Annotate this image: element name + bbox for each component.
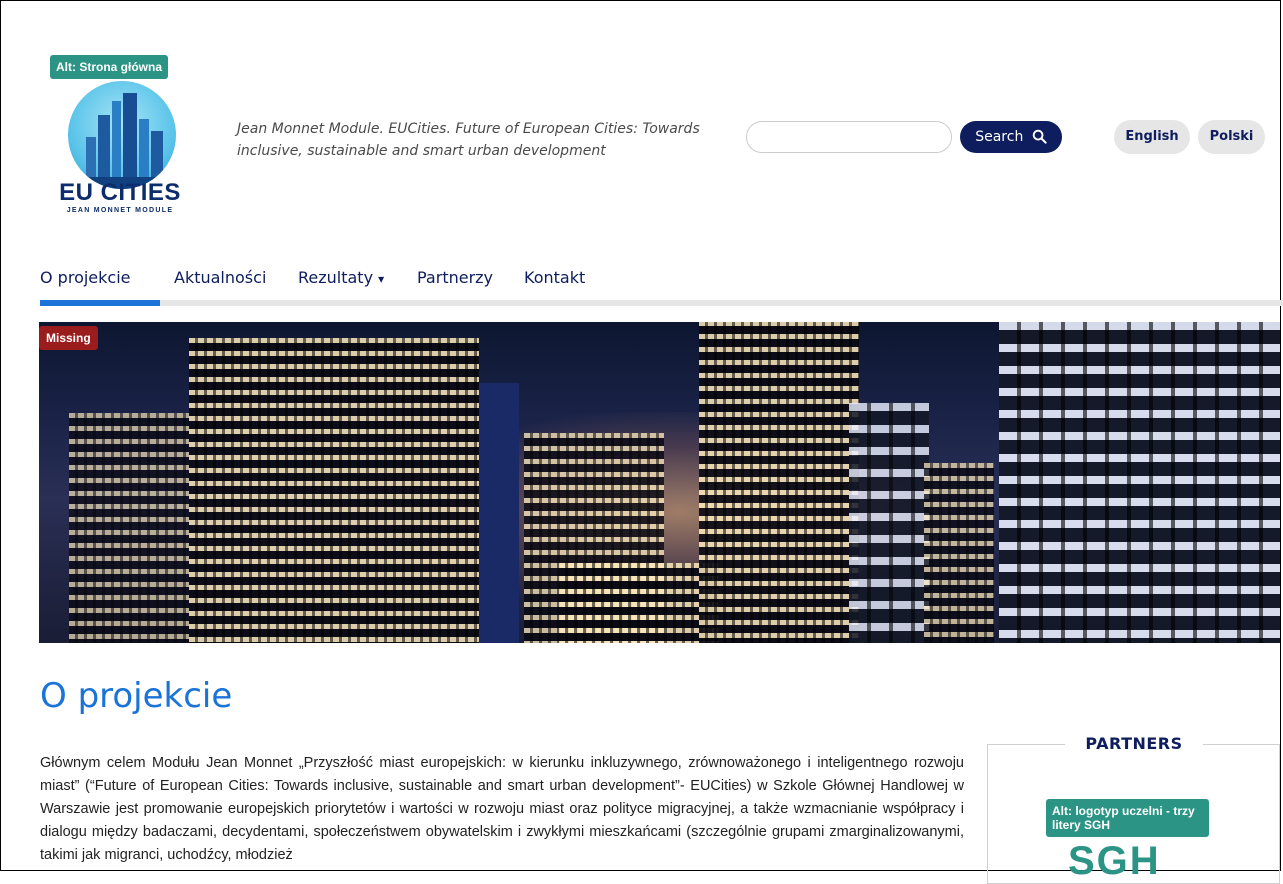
intro-paragraph: Głównym celem Modułu Jean Monnet „Przysz… bbox=[40, 755, 964, 863]
logo-alt-badge: Alt: Strona główna bbox=[50, 55, 168, 79]
logo-subtitle: JEAN MONNET MODULE bbox=[66, 207, 174, 214]
nav-divider bbox=[40, 300, 1283, 306]
language-polski-button[interactable]: Polski bbox=[1198, 120, 1265, 154]
search-input[interactable] bbox=[746, 121, 952, 153]
logo-skyline-image bbox=[68, 81, 176, 189]
logo-title: EU CITIES bbox=[59, 179, 181, 206]
nav-item-partnerzy[interactable]: Partnerzy bbox=[417, 268, 493, 287]
missing-badge: Missing bbox=[39, 326, 98, 350]
nav-item-rezultaty[interactable]: Rezultaty ▾ bbox=[298, 268, 384, 287]
hero-city-image bbox=[39, 322, 1280, 643]
page-title: O projekcie bbox=[40, 676, 233, 716]
partner-logo-sgh[interactable]: SGH bbox=[1068, 839, 1161, 884]
search-button-label: Search bbox=[975, 129, 1024, 145]
search-button[interactable]: Search bbox=[960, 121, 1062, 153]
nav-item-o-projekcie[interactable]: O projekcie bbox=[40, 268, 131, 287]
nav-item-aktualnosci[interactable]: Aktualności bbox=[174, 268, 266, 287]
partner-logo-alt-badge: Alt: logotyp uczelni - trzy litery SGH bbox=[1046, 799, 1209, 837]
chevron-down-icon: ▾ bbox=[378, 272, 385, 286]
nav-active-indicator bbox=[40, 300, 160, 306]
nav-item-rezultaty-label: Rezultaty bbox=[298, 268, 374, 287]
language-english-button[interactable]: English bbox=[1114, 120, 1190, 154]
site-logo[interactable]: Alt: Strona główna EU CITIES JEAN MONNET… bbox=[50, 55, 190, 215]
search-icon bbox=[1032, 129, 1047, 144]
site-tagline: Jean Monnet Module. EUCities. Future of … bbox=[237, 121, 700, 159]
partners-heading: PARTNERS bbox=[1065, 734, 1203, 753]
partners-panel: Alt: logotyp uczelni - trzy litery SGH S… bbox=[987, 744, 1280, 884]
nav-item-kontakt[interactable]: Kontakt bbox=[524, 268, 585, 287]
